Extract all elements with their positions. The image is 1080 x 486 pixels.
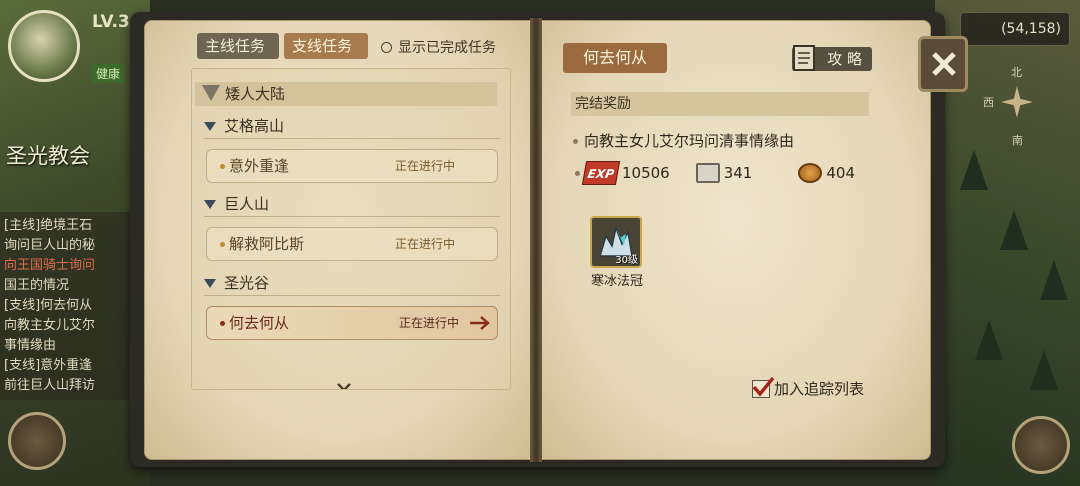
compass-south-label: 南 bbox=[1012, 134, 1023, 147]
compass-west-label: 西 bbox=[983, 96, 994, 109]
quest-name: 何去何从 bbox=[229, 314, 290, 332]
quest-tracker-line[interactable]: 向王国骑士询问 bbox=[4, 256, 136, 276]
checkbox[interactable] bbox=[752, 376, 775, 398]
expand-triangle-icon bbox=[204, 279, 216, 288]
health-status-badge: 健康 bbox=[92, 64, 125, 83]
quest-tracker-line[interactable]: 前往巨人山拜访 bbox=[4, 376, 136, 396]
quest-tracker-line[interactable]: 事情缘由 bbox=[4, 336, 136, 356]
quest-item[interactable]: 意外重逢 正在进行中 bbox=[206, 149, 498, 183]
quest-tracker-line[interactable]: 国王的情况 bbox=[4, 276, 136, 296]
scroll-icon bbox=[793, 45, 815, 71]
quest-status: 正在进行中 bbox=[395, 237, 456, 251]
reward-item-slot[interactable]: 30级 bbox=[590, 216, 642, 268]
expand-triangle-icon bbox=[204, 200, 216, 209]
checkmark-icon bbox=[752, 376, 775, 397]
quest-item-selected[interactable]: 何去何从 正在进行中 bbox=[206, 306, 498, 340]
quest-bullet-icon bbox=[220, 164, 225, 169]
tree bbox=[1030, 350, 1058, 390]
quest-tracker-line[interactable]: [主线]绝境王石 bbox=[4, 216, 136, 236]
exp-icon: EXP bbox=[581, 161, 621, 185]
quest-name: 意外重逢 bbox=[229, 157, 290, 175]
area-header[interactable]: 艾格高山 bbox=[204, 113, 500, 139]
coin-reward-value: 404 bbox=[826, 164, 855, 182]
compass-rose-icon bbox=[1001, 86, 1033, 118]
close-icon bbox=[932, 52, 956, 76]
book-icon bbox=[695, 163, 720, 183]
area-name: 圣光谷 bbox=[224, 274, 270, 292]
map-coordinates: (54,158) bbox=[960, 12, 1070, 46]
compass: 北 西 南 bbox=[983, 66, 1049, 147]
quest-tracker-line[interactable]: [支线]意外重逢 bbox=[4, 356, 136, 376]
skill-button[interactable] bbox=[8, 412, 66, 470]
close-button[interactable] bbox=[918, 36, 968, 92]
tree bbox=[1040, 260, 1068, 300]
location-name: 圣光教会 bbox=[6, 144, 90, 168]
quest-status: 正在进行中 bbox=[395, 159, 456, 173]
quest-name: 解救阿比斯 bbox=[229, 235, 305, 253]
show-completed-label: 显示已完成任务 bbox=[398, 40, 496, 56]
area-name: 巨人山 bbox=[224, 195, 270, 213]
chevron-down-icon[interactable] bbox=[337, 380, 351, 390]
area-name: 艾格高山 bbox=[224, 117, 285, 135]
player-level: LV.3 bbox=[92, 12, 130, 32]
player-avatar[interactable] bbox=[8, 10, 80, 82]
guide-button-label: 攻 略 bbox=[827, 50, 862, 68]
reward-row: EXP 10506 341 404 bbox=[575, 161, 855, 185]
quest-tracker-line[interactable]: 询问巨人山的秘 bbox=[4, 236, 136, 256]
reward-item-name: 寒冰法冠 bbox=[590, 274, 643, 289]
tree bbox=[960, 150, 988, 190]
tab-branch-quests[interactable]: 支线任务 bbox=[284, 33, 368, 59]
reward-section-header: 完结奖励 bbox=[571, 92, 869, 116]
expand-triangle-icon bbox=[204, 122, 216, 131]
book-spine bbox=[530, 18, 542, 462]
show-completed-toggle[interactable]: 显示已完成任务 bbox=[381, 37, 496, 57]
quest-tracker-line[interactable]: [支线]何去何从 bbox=[4, 296, 136, 316]
radio-button[interactable] bbox=[381, 41, 392, 53]
exp-reward-value: 10506 bbox=[622, 164, 670, 182]
quest-bullet-icon bbox=[220, 321, 225, 326]
region-name: 矮人大陆 bbox=[225, 85, 286, 103]
region-header[interactable]: 矮人大陆 bbox=[195, 82, 497, 106]
coin-icon bbox=[798, 163, 823, 183]
quest-status: 正在进行中 bbox=[395, 314, 464, 332]
book-reward-value: 341 bbox=[723, 164, 753, 182]
quest-bullet-icon bbox=[220, 242, 225, 247]
track-quest-label: 加入追踪列表 bbox=[774, 380, 865, 398]
quest-tracker[interactable]: [主线]绝境王石 询问巨人山的秘 向王国骑士询问 国王的情况 [支线]何去何从 … bbox=[0, 212, 140, 400]
tab-main-quests[interactable]: 主线任务 bbox=[197, 33, 279, 59]
area-header[interactable]: 圣光谷 bbox=[204, 270, 500, 296]
compass-north-label: 北 bbox=[1011, 66, 1022, 79]
quest-title: 何去何从 bbox=[563, 43, 667, 73]
quest-item[interactable]: 解救阿比斯 正在进行中 bbox=[206, 227, 498, 261]
quest-list[interactable]: 矮人大陆 艾格高山 意外重逢 正在进行中 巨人山 解救阿比斯 正在进行中 圣光谷… bbox=[191, 68, 511, 390]
quest-tracker-line[interactable]: 向教主女儿艾尔 bbox=[4, 316, 136, 336]
tree bbox=[1000, 210, 1028, 250]
collapse-triangle-icon bbox=[202, 85, 220, 101]
go-arrow-icon[interactable] bbox=[469, 315, 491, 331]
item-level-label: 30级 bbox=[615, 255, 638, 266]
track-quest-toggle[interactable]: 加入追踪列表 bbox=[752, 376, 865, 399]
bullet-icon bbox=[575, 170, 580, 176]
quest-description: 向教主女儿艾尔玛问清事情缘由 bbox=[573, 130, 794, 151]
home-button[interactable] bbox=[1012, 416, 1070, 474]
tree bbox=[975, 320, 1003, 360]
area-header[interactable]: 巨人山 bbox=[204, 191, 500, 217]
